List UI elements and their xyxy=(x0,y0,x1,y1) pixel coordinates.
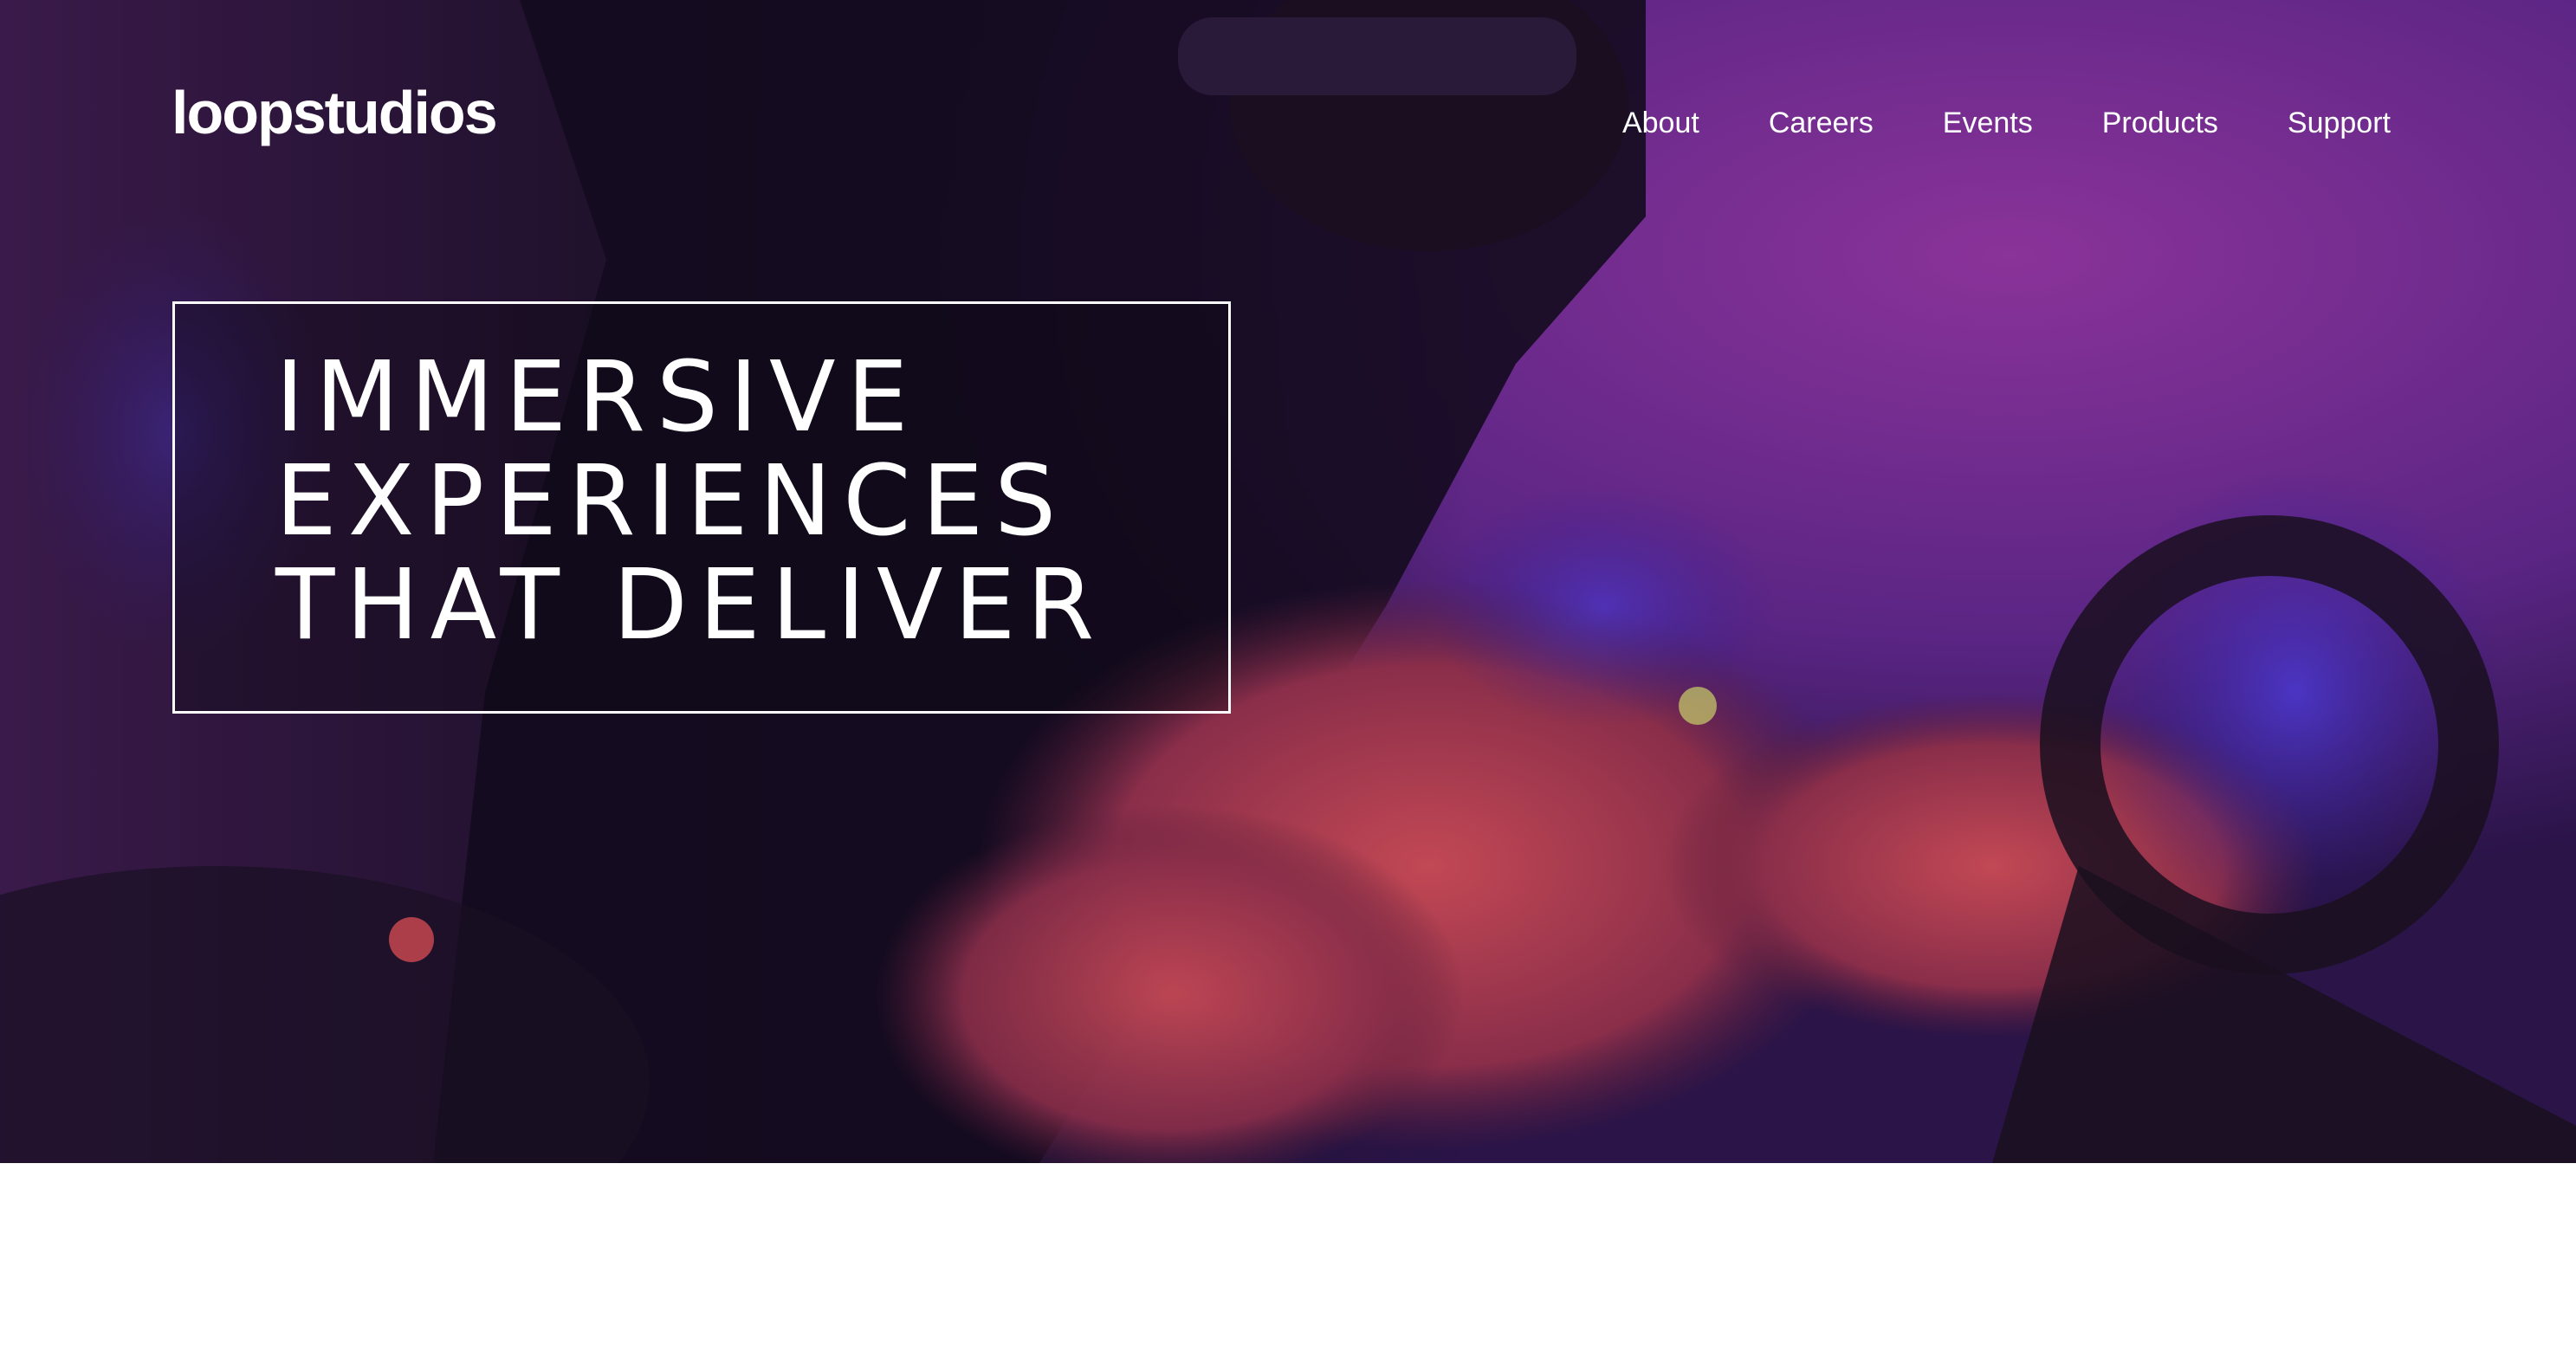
hero-headline-box: IMMERSIVE EXPERIENCES THAT DELIVER xyxy=(172,301,1231,714)
nav-products[interactable]: Products xyxy=(2102,97,2218,149)
nav-careers[interactable]: Careers xyxy=(1769,97,1874,149)
hero-headline: IMMERSIVE EXPERIENCES THAT DELIVER xyxy=(275,346,1105,657)
hero-headline-line-3: THAT DELIVER xyxy=(275,549,1106,662)
hero-headline-line-1: IMMERSIVE xyxy=(275,341,920,454)
nav-support[interactable]: Support xyxy=(2288,97,2391,149)
main-nav: About Careers Events Products Support xyxy=(1553,97,2391,149)
brand-logo[interactable]: loopstudios xyxy=(172,71,498,154)
nav-events[interactable]: Events xyxy=(1943,97,2033,149)
nav-about[interactable]: About xyxy=(1622,97,1699,149)
hero-section: loopstudios About Careers Events Product… xyxy=(0,0,2576,1163)
hero-headline-line-2: EXPERIENCES xyxy=(275,445,1068,558)
